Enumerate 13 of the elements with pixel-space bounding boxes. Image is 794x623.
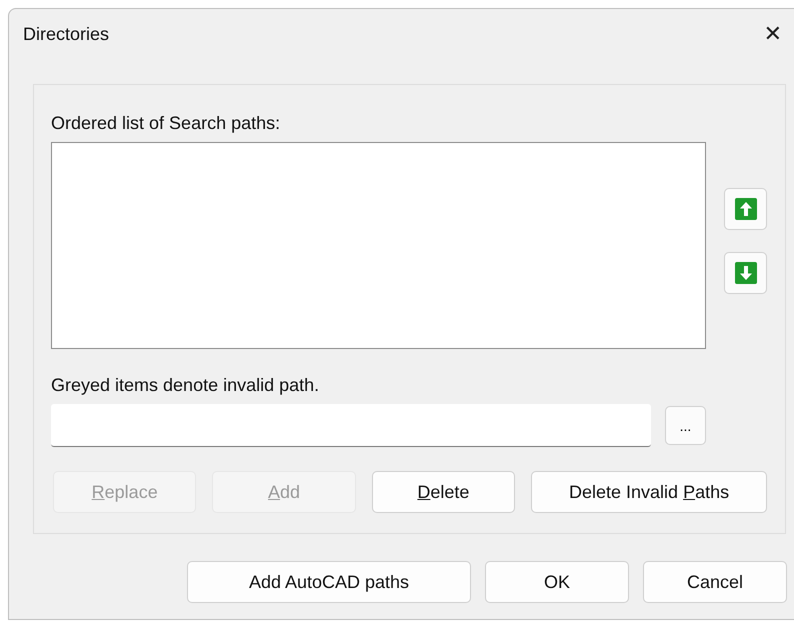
move-up-button[interactable] xyxy=(724,188,767,230)
list-label: Ordered list of Search paths: xyxy=(51,112,282,135)
browse-button[interactable]: ... xyxy=(665,406,706,445)
action-button[interactable]: Delete Invalid Paths xyxy=(531,471,768,513)
path-input-field[interactable] xyxy=(51,404,651,447)
window-title: Directories xyxy=(23,24,110,44)
dialog-button[interactable]: Add AutoCAD paths xyxy=(187,561,471,603)
move-down-button[interactable] xyxy=(724,252,767,294)
invalid-path-note: Greyed items denote invalid path. xyxy=(51,374,320,397)
dialog-button[interactable]: OK xyxy=(485,561,629,603)
close-button[interactable]: ✕ xyxy=(752,14,794,54)
action-button[interactable]: Delete xyxy=(372,471,516,513)
dialog-button[interactable]: Cancel xyxy=(643,561,787,603)
